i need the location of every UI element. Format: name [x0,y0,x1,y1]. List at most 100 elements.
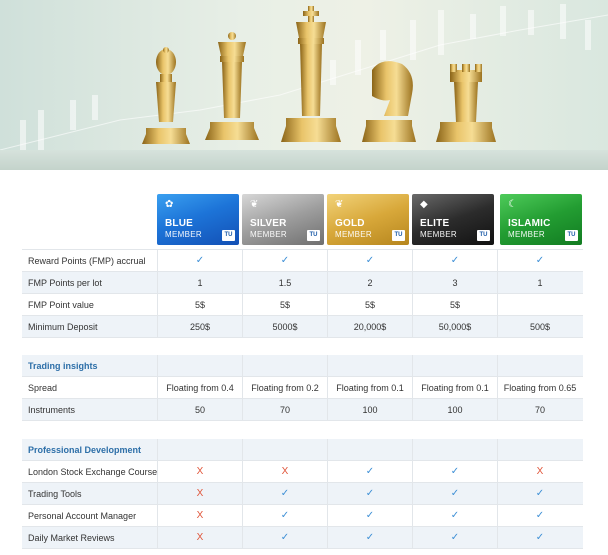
check-icon: ✓ [412,505,497,527]
row-lse-course: London Stock Exchange Course X X ✓ ✓ X [22,461,583,483]
row-label: FMP Point value [28,300,94,310]
check-icon: ✓ [412,483,497,505]
row-personal-account-manager: Personal Account Manager X ✓ ✓ ✓ ✓ [22,505,583,527]
tier-card-islamic: ☾ ISLAMIC MEMBER TU [500,194,582,245]
row-label: Spread [28,383,58,393]
tier-card-elite: ◆ ELITE MEMBER TU [412,194,494,245]
check-icon: ✓ [497,483,582,505]
check-icon: ✓ [327,505,412,527]
cell: 70 [497,399,582,421]
tu-logo: TU [392,230,405,241]
cell [497,294,582,316]
tier-sub: MEMBER [420,230,457,239]
cross-icon: X [157,527,242,549]
cross-icon: X [242,461,327,483]
cell: Floating from 0.2 [242,377,327,399]
row-label: Instruments [28,405,76,415]
cell: 1 [157,272,242,294]
cell: 3 [412,272,497,294]
cell: 5$ [327,294,412,316]
cell: 5$ [157,294,242,316]
check-icon: ✓ [327,483,412,505]
wings-icon: ❦ [335,199,344,210]
tier-name: ELITE [420,218,450,229]
tu-logo: TU [477,230,490,241]
wings-icon: ❦ [250,199,259,210]
ribbon-icon: ✿ [165,199,174,210]
cell: 1 [497,272,582,294]
section-title: Professional Development [28,445,142,455]
tier-name: ISLAMIC [508,218,551,229]
check-icon: ✓ [497,505,582,527]
check-icon: ✓ [412,461,497,483]
row-fmp-per-lot: FMP Points per lot 1 1.5 2 3 1 [22,272,583,294]
tier-sub: MEMBER [508,230,545,239]
tier-card-silver: ❦ SILVER MEMBER TU [242,194,324,245]
row-instruments: Instruments 50 70 100 100 70 [22,399,583,421]
cell: 500$ [497,316,582,338]
chess-pieces-image [0,4,608,170]
diamond-icon: ◆ [420,199,428,210]
check-icon: ✓ [497,527,582,549]
row-label: Minimum Deposit [28,322,98,332]
tu-logo: TU [307,230,320,241]
cell: 20,000$ [327,316,412,338]
cell: 50,000$ [412,316,497,338]
bishop-piece [142,47,190,144]
row-fmp-value: FMP Point value 5$ 5$ 5$ 5$ [22,294,583,316]
queen-piece [205,32,259,140]
hero-banner [0,0,608,170]
check-icon: ✓ [412,527,497,549]
tier-name: SILVER [250,218,287,229]
row-trading-tools: Trading Tools X ✓ ✓ ✓ ✓ [22,483,583,505]
row-spread: Spread Floating from 0.4 Floating from 0… [22,377,583,399]
row-minimum-deposit: Minimum Deposit 250$ 5000$ 20,000$ 50,00… [22,316,583,338]
cell: ✓ [497,250,582,272]
section-professional-development: Professional Development [22,439,583,461]
cell: 5$ [242,294,327,316]
cell: 2 [327,272,412,294]
cross-icon: X [157,483,242,505]
row-label: Daily Market Reviews [28,533,115,543]
tu-logo: TU [222,230,235,241]
row-label: Reward Points (FMP) accrual [28,256,146,266]
rook-piece [436,64,496,142]
cell: Floating from 0.1 [412,377,497,399]
cell: 250$ [157,316,242,338]
knight-piece [362,61,416,142]
tier-sub: MEMBER [250,230,287,239]
tier-name: GOLD [335,218,365,229]
cell: 5000$ [242,316,327,338]
cell: 100 [327,399,412,421]
cross-icon: X [157,505,242,527]
cell: ✓ [412,250,497,272]
crescent-icon: ☾ [508,199,517,210]
tier-card-gold: ❦ GOLD MEMBER TU [327,194,409,245]
check-icon: ✓ [327,461,412,483]
row-label: Trading Tools [28,489,82,499]
check-icon: ✓ [242,527,327,549]
cell: Floating from 0.4 [157,377,242,399]
tu-logo: TU [565,230,578,241]
cell: ✓ [157,250,242,272]
cell: 50 [157,399,242,421]
check-icon: ✓ [327,527,412,549]
tier-sub: MEMBER [335,230,372,239]
row-label: London Stock Exchange Course [28,467,158,477]
row-label: Personal Account Manager [28,511,137,521]
row-daily-market-reviews: Daily Market Reviews X ✓ ✓ ✓ ✓ [22,527,583,549]
cell: Floating from 0.65 [497,377,582,399]
cell: ✓ [327,250,412,272]
check-icon: ✓ [242,505,327,527]
cell: 70 [242,399,327,421]
section-trading-insights: Trading insights [22,355,583,377]
row-label: FMP Points per lot [28,278,102,288]
cell: 1.5 [242,272,327,294]
tier-sub: MEMBER [165,230,202,239]
row-reward-points: Reward Points (FMP) accrual ✓ ✓ ✓ ✓ ✓ [22,250,583,272]
cross-icon: X [497,461,582,483]
check-icon: ✓ [242,483,327,505]
tier-name: BLUE [165,218,194,229]
cell: Floating from 0.1 [327,377,412,399]
tier-card-blue: ✿ BLUE MEMBER TU [157,194,239,245]
